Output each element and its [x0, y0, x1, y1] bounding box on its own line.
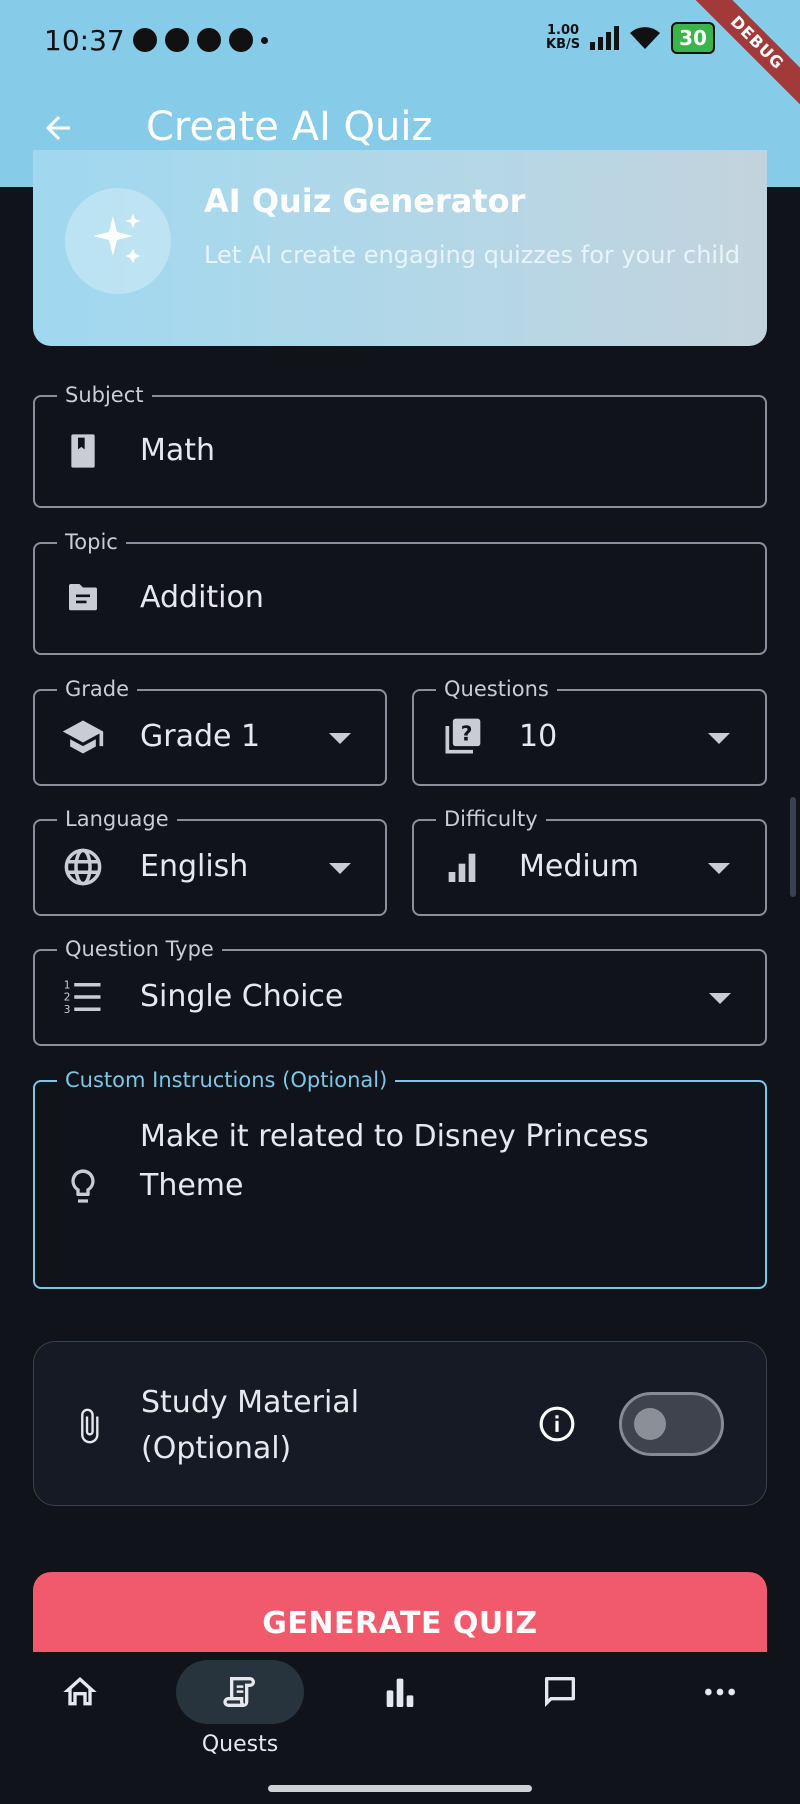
study-material-card: Study Material (Optional) — [33, 1341, 767, 1506]
chevron-down-icon — [709, 993, 731, 1004]
toggle-knob — [634, 1408, 666, 1440]
study-material-toggle[interactable] — [619, 1392, 724, 1456]
nav-quests-label: Quests — [201, 1732, 279, 1757]
more-icon — [705, 1688, 735, 1696]
scrollbar[interactable] — [790, 797, 796, 897]
signal-bars-icon — [440, 845, 484, 889]
hero-subtitle: Let AI create engaging quizzes for your … — [204, 241, 740, 269]
topic-value: Addition — [140, 580, 264, 615]
question-type-dropdown[interactable]: Question Type 123 Single Choice — [33, 937, 767, 1046]
difficulty-dropdown[interactable]: Difficulty Medium — [412, 807, 767, 916]
notification-icons — [133, 28, 268, 52]
status-time: 10:37 — [44, 24, 125, 57]
language-label: Language — [57, 807, 177, 831]
notification-app-icon — [133, 28, 157, 52]
whatsapp-icon — [165, 28, 189, 52]
numbered-list-icon: 123 — [61, 975, 105, 1019]
attachment-icon — [70, 1402, 108, 1454]
grade-label: Grade — [57, 677, 138, 701]
svg-text:2: 2 — [64, 992, 71, 1004]
question-stack-icon: ? — [440, 715, 484, 759]
globe-icon — [61, 845, 105, 889]
lightbulb-icon — [61, 1164, 105, 1208]
sparkles-icon — [65, 188, 171, 294]
status-right-group: 1.00 KB/S 30 — [546, 22, 715, 54]
nav-more-pill — [656, 1660, 784, 1724]
nav-stats[interactable] — [340, 1652, 460, 1762]
nav-home[interactable] — [20, 1652, 140, 1762]
question-type-label: Question Type — [57, 937, 222, 961]
nav-stats-pill — [336, 1660, 464, 1724]
school-cap-icon — [61, 715, 105, 759]
bottom-navigation: Quests — [0, 1652, 800, 1804]
network-speed-value: 1.00 — [547, 23, 580, 38]
language-dropdown[interactable]: Language English — [33, 807, 387, 916]
questions-dropdown[interactable]: Questions ? 10 — [412, 677, 767, 786]
topic-field[interactable]: Topic Addition — [33, 530, 767, 655]
nav-quests[interactable]: Quests — [176, 1652, 304, 1762]
subject-field[interactable]: Subject Math — [33, 383, 767, 508]
network-speed-unit: KB/S — [546, 37, 581, 52]
discord-icon — [197, 28, 221, 52]
subject-value: Math — [140, 433, 216, 468]
nav-quests-pill — [176, 1660, 304, 1724]
cell-signal-icon — [590, 26, 620, 50]
grade-value: Grade 1 — [140, 719, 261, 754]
svg-text:1: 1 — [64, 979, 71, 991]
nav-chat-pill — [496, 1660, 624, 1724]
battery-indicator: 30 — [671, 22, 715, 54]
wifi-icon — [630, 27, 661, 49]
study-material-label: Study Material (Optional) — [141, 1385, 360, 1466]
chevron-down-icon — [329, 733, 351, 744]
chat-icon — [545, 1677, 575, 1707]
arrow-back-icon — [46, 116, 70, 140]
question-type-value: Single Choice — [140, 979, 344, 1014]
book-icon — [61, 429, 105, 473]
language-value: English — [140, 849, 249, 884]
custom-instructions-value: Make it related to Disney Princess Theme — [140, 1119, 649, 1203]
nav-more[interactable] — [660, 1652, 780, 1762]
home-icon — [63, 1677, 97, 1706]
custom-instructions-textarea[interactable]: Custom Instructions (Optional) Make it r… — [33, 1068, 767, 1289]
ai-quiz-generator-card: AI Quiz Generator Let AI create engaging… — [33, 150, 767, 346]
network-speed: 1.00 KB/S — [546, 24, 580, 52]
hero-title: AI Quiz Generator — [204, 182, 526, 220]
chevron-down-icon — [708, 863, 730, 874]
difficulty-label: Difficulty — [436, 807, 546, 831]
topic-label: Topic — [57, 530, 126, 554]
topic-document-icon — [61, 576, 105, 620]
facebook-icon — [229, 28, 253, 52]
debug-banner: DEBUG — [680, 0, 800, 120]
home-indicator[interactable] — [268, 1785, 532, 1792]
chevron-down-icon — [329, 863, 351, 874]
difficulty-value: Medium — [519, 849, 639, 884]
chevron-down-icon — [708, 733, 730, 744]
grade-dropdown[interactable]: Grade Grade 1 — [33, 677, 387, 786]
nav-chat[interactable] — [500, 1652, 620, 1762]
info-icon[interactable] — [538, 1405, 576, 1447]
page-title: Create AI Quiz — [146, 104, 433, 150]
nav-home-pill — [16, 1660, 144, 1724]
svg-text:?: ? — [461, 722, 473, 746]
custom-instructions-label: Custom Instructions (Optional) — [57, 1068, 396, 1092]
subject-label: Subject — [57, 383, 152, 407]
questions-label: Questions — [436, 677, 557, 701]
bar-chart-icon — [386, 1678, 414, 1707]
svg-text:3: 3 — [64, 1004, 71, 1016]
more-notifications-dot-icon — [261, 36, 268, 44]
scroll-icon — [223, 1677, 255, 1707]
back-button[interactable] — [36, 106, 80, 150]
questions-value: 10 — [519, 719, 558, 754]
